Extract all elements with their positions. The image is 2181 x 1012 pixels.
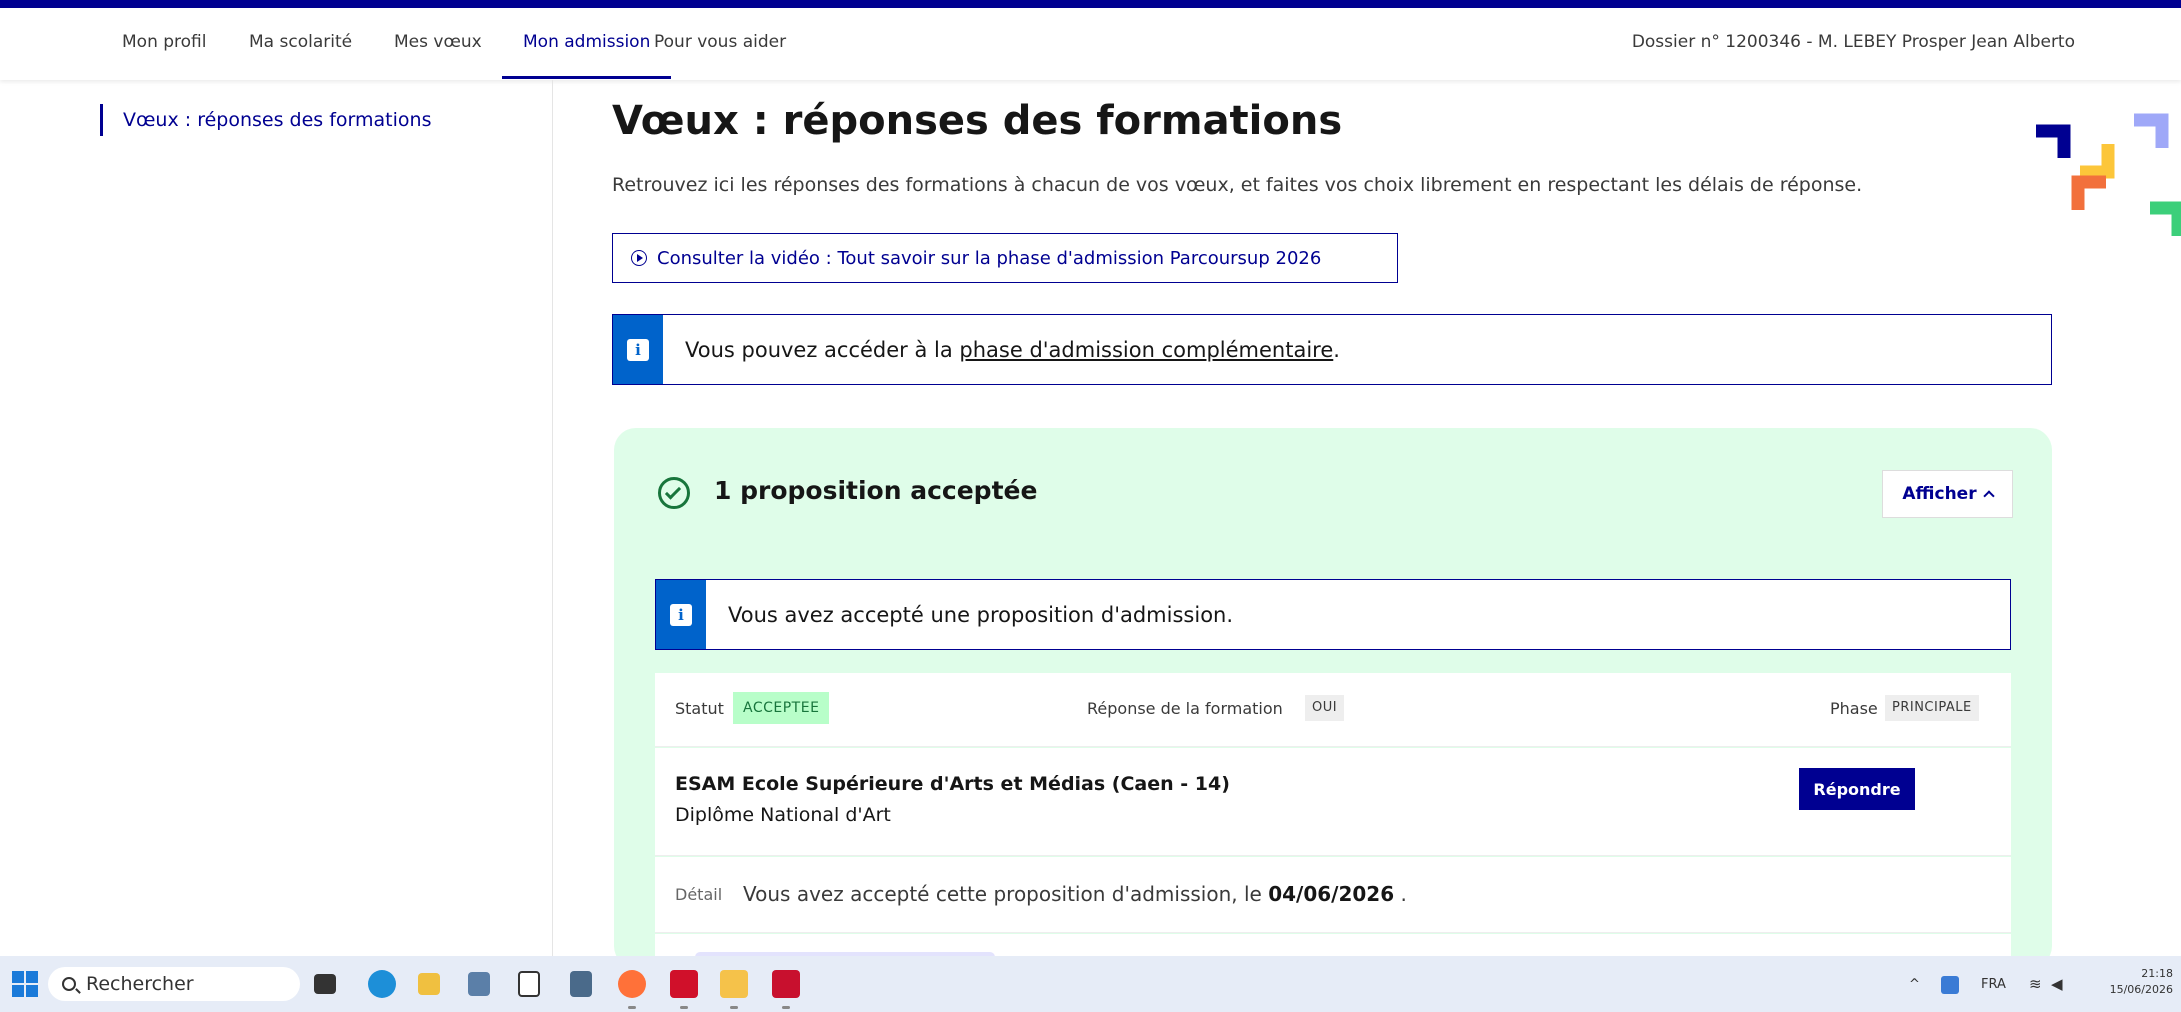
notice-suffix: . [1333,337,1340,362]
taskbar-search[interactable]: Rechercher [48,967,300,1001]
tray-chevron-icon[interactable]: ^ [1909,977,1920,992]
nav-mon-profil[interactable]: Mon profil [122,32,207,52]
page-title: Vœux : réponses des formations [612,98,1343,144]
accepted-notice: i Vous avez accepté une proposition d'ad… [655,579,2011,650]
info-icon: i [670,603,692,626]
explorer-running-indicator [730,1006,738,1009]
sidebar-item-voeux-reponses[interactable]: Vœux : réponses des formations [100,104,431,136]
notice-bar: i [613,315,663,384]
edge-icon[interactable] [368,970,396,998]
info-icon: i [627,338,649,361]
active-nav-indicator [502,76,671,79]
dossier-info: Dossier n° 1200346 - M. LEBEY Prosper Je… [1631,32,2075,52]
play-icon [631,250,647,266]
formation-diploma: Diplôme National d'Art [675,804,891,826]
nav-mes-voeux[interactable]: Mes vœux [394,32,482,52]
response-label: Réponse de la formation [1087,699,1283,718]
phase-label: Phase [1830,699,1878,718]
repondre-button[interactable]: Répondre [1799,768,1915,810]
top-brand-strip [0,0,2181,8]
windows-taskbar: Rechercher [0,956,2181,1012]
status-label: Statut [675,699,724,718]
calculator-icon[interactable] [570,971,592,997]
response-badge: OUI [1305,695,1345,721]
app-red-running-indicator [680,1006,688,1009]
search-icon [62,977,76,991]
taskbar-search-placeholder: Rechercher [86,973,194,995]
pdf-running-indicator [782,1006,790,1009]
detail-row: Détail Vous avez accepté cette propositi… [655,857,2011,933]
notice-prefix: Vous pouvez accéder à la [685,337,960,362]
clock[interactable]: 21:18 15/06/2026 [2110,966,2173,998]
file-icon[interactable] [518,971,540,997]
detail-text: Vous avez accepté cette proposition d'ad… [743,882,1269,906]
complementary-phase-notice: i Vous pouvez accéder à la phase d'admis… [612,314,2052,385]
status-row: Statut ACCEPTEE Réponse de la formation … [655,673,2011,747]
video-button[interactable]: Consulter la vidéo : Tout savoir sur la … [612,233,1398,283]
system-tray: ^ FRA ≋ ◀ 21:18 15/06/2026 [1901,956,2181,1012]
clock-time: 21:18 [2141,967,2173,980]
language-indicator[interactable]: FRA [1981,977,2006,992]
app-red-icon[interactable] [670,970,698,998]
widget-icon[interactable] [418,973,440,995]
chevron-up-icon [1982,490,1995,502]
clock-date: 15/06/2026 [2109,983,2173,996]
detail-text-wrap: Vous avez accepté cette proposition d'ad… [743,882,1407,906]
status-badge: ACCEPTEE [733,692,830,724]
tray-app-icon[interactable] [1941,976,1959,994]
formation-name: ESAM Ecole Supérieure d'Arts et Médias (… [675,773,1230,795]
firefox-icon[interactable] [618,970,646,998]
app-icon[interactable] [468,972,490,996]
detail-label: Détail [675,885,723,904]
pdf-reader-icon[interactable] [772,970,800,998]
nav-pour-vous-aider[interactable]: Pour vous aider [654,32,786,52]
sidebar-divider [552,80,553,956]
toggle-afficher-button[interactable]: Afficher [1882,470,2013,518]
parcoursup-logo [2036,113,2181,236]
complementary-phase-link[interactable]: phase d'admission complémentaire [959,338,1333,362]
check-circle-icon [658,477,690,509]
card-title: 1 proposition acceptée [714,476,1038,505]
windows-start-icon[interactable] [12,971,38,997]
task-view-icon[interactable] [314,974,336,994]
formation-row: ESAM Ecole Supérieure d'Arts et Médias (… [655,748,2011,856]
toggle-afficher-label: Afficher [1902,484,1977,504]
detail-end: . [1394,882,1407,906]
nav-mon-admission[interactable]: Mon admission [523,32,650,52]
nav-ma-scolarite[interactable]: Ma scolarité [249,32,352,52]
accepted-notice-text: Vous avez accepté une proposition d'admi… [728,602,1234,627]
page-subtitle: Retrouvez ici les réponses des formation… [612,174,1863,196]
detail-date: 04/06/2026 [1268,882,1395,906]
top-navigation: Mon profil Ma scolarité Mes vœux Mon adm… [0,8,2181,80]
partial-row [655,934,2011,962]
firefox-running-indicator [628,1006,636,1009]
phase-badge: PRINCIPALE [1885,695,1979,721]
wifi-icon[interactable]: ≋ [2029,975,2042,993]
notice-bar: i [656,580,706,649]
file-explorer-icon[interactable] [720,970,748,998]
video-button-label: Consulter la vidéo : Tout savoir sur la … [657,247,1322,269]
volume-icon[interactable]: ◀ [2051,975,2063,993]
